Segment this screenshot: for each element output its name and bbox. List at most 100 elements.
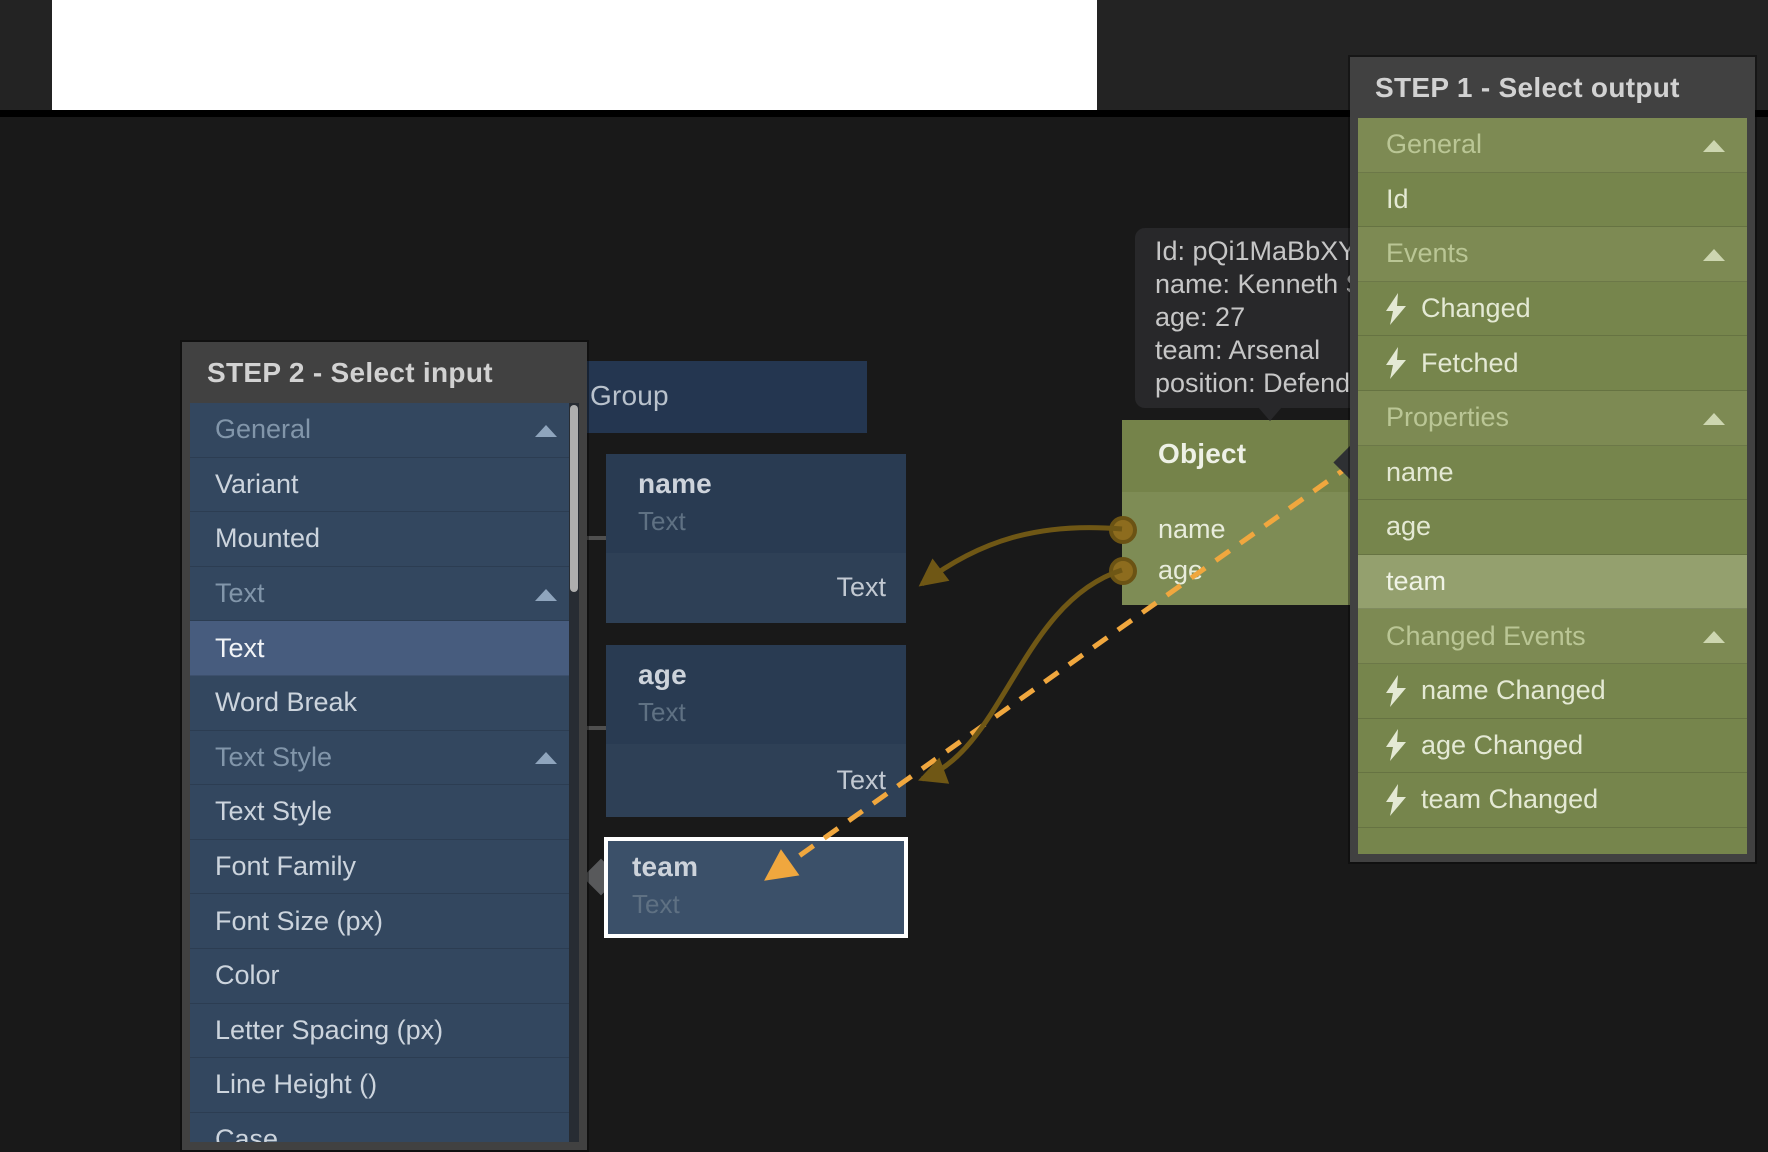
wire-object-name-to-name-text [922,528,1122,584]
collapse-arrow-icon[interactable] [535,425,557,437]
step1-option-name[interactable]: name [1358,446,1747,501]
step2-section-text-style[interactable]: Text Style [190,731,579,786]
lightning-bolt-icon [1385,729,1407,761]
object-output-port-name[interactable] [1109,516,1137,544]
object-port-label-age[interactable]: age [1158,555,1203,586]
step2-option-variant[interactable]: Variant [190,458,579,513]
step1-option-id[interactable]: Id [1358,173,1747,228]
step1-label: Changed Events [1386,621,1586,652]
step2-option-font-size-px[interactable]: Font Size (px) [190,894,579,949]
object-output-port-age[interactable] [1109,557,1137,585]
tooltip-line: name: Kenneth Sans [1155,268,1350,301]
object-data-tooltip-pointer [1258,407,1282,421]
step1-option-age-changed[interactable]: age Changed [1358,719,1747,774]
node-age-input-port[interactable]: Text [836,765,886,796]
step2-option-font-family[interactable]: Font Family [190,840,579,895]
step2-select-input-panel: STEP 2 - Select input GeneralVariantMoun… [182,342,587,1150]
node-group[interactable]: Group [560,361,867,433]
step1-label: Fetched [1421,348,1519,379]
step1-section-changed-events[interactable]: Changed Events [1358,609,1747,664]
step2-option-case[interactable]: Case [190,1113,579,1142]
step1-option-name-changed[interactable]: name Changed [1358,664,1747,719]
node-team-type: Text [632,889,680,920]
node-age-title: age [638,659,687,691]
step1-option-age[interactable]: age [1358,500,1747,555]
lightning-bolt-icon [1385,347,1407,379]
step1-section-general[interactable]: General [1358,118,1747,173]
collapse-arrow-icon[interactable] [1703,249,1725,261]
step2-label: Case [215,1124,278,1142]
object-data-tooltip: Id: pQi1MaBbXYname: Kenneth Sansage: 27t… [1135,228,1350,408]
step1-option-changed[interactable]: Changed [1358,282,1747,337]
step1-label: Id [1386,184,1409,215]
step1-label: name Changed [1421,675,1606,706]
step2-scrollbar-thumb[interactable] [570,405,578,592]
node-name-text[interactable]: name Text Text [606,454,906,623]
step1-label: General [1386,129,1482,160]
step1-label: age Changed [1421,730,1583,761]
step1-label: Events [1386,238,1469,269]
step1-option-team[interactable]: team [1358,555,1747,610]
step1-output-list: General Id Events Changed Fetched Propertie… [1358,118,1747,854]
node-object-header: Object [1122,420,1352,492]
node-team-title: team [632,851,698,883]
node-editor-canvas: Group name Text Text age Text Text team … [0,0,1768,1152]
step2-label: Variant [215,469,299,500]
collapse-arrow-icon[interactable] [535,752,557,764]
step1-label: Changed [1421,293,1531,324]
lightning-bolt-icon [1385,784,1407,816]
step2-label: Mounted [215,523,320,554]
step2-option-text-style[interactable]: Text Style [190,785,579,840]
object-port-label-name[interactable]: name [1158,514,1226,545]
step2-option-text[interactable]: Text [190,621,579,676]
step1-select-output-panel: STEP 1 - Select output GeneralIdEvents C… [1350,57,1755,862]
step2-label: Line Height () [215,1069,377,1100]
tooltip-line: age: 27 [1155,301,1350,334]
collapse-arrow-icon[interactable] [535,589,557,601]
node-team-text-selected[interactable]: team Text [604,837,908,938]
step2-option-mounted[interactable]: Mounted [190,512,579,567]
collapse-arrow-icon[interactable] [1703,413,1725,425]
lightning-bolt-icon [1385,675,1407,707]
step2-option-word-break[interactable]: Word Break [190,676,579,731]
step2-label: Text [215,633,265,664]
node-age-footer: Text [606,744,906,817]
collapse-arrow-icon[interactable] [1703,631,1725,643]
node-object[interactable]: Object name age [1122,420,1352,605]
node-age-text[interactable]: age Text Text [606,645,906,817]
lightning-bolt-icon [1385,293,1407,325]
step1-label: name [1386,457,1454,488]
step1-option-team-changed[interactable]: team Changed [1358,773,1747,828]
step2-scrollbar-track[interactable] [569,403,579,1142]
node-name-input-port[interactable]: Text [836,572,886,603]
node-object-title: Object [1158,438,1246,470]
step1-section-events[interactable]: Events [1358,227,1747,282]
step1-option-fetched[interactable]: Fetched [1358,336,1747,391]
hierarchy-connector-age [585,726,606,730]
node-name-type: Text [638,506,686,537]
step2-label: Word Break [215,687,357,718]
step2-option-color[interactable]: Color [190,949,579,1004]
collapse-arrow-icon[interactable] [1703,140,1725,152]
step2-label: Font Size (px) [215,906,383,937]
node-name-title: name [638,468,712,500]
tooltip-line: position: Defender [1155,367,1350,400]
step2-label: Letter Spacing (px) [215,1015,443,1046]
step2-label: General [215,414,311,445]
step2-section-text[interactable]: Text [190,567,579,622]
step1-label: team [1386,566,1446,597]
step1-section-properties[interactable]: Properties [1358,391,1747,446]
tooltip-line: team: Arsenal [1155,334,1350,367]
step2-label: Text Style [215,796,332,827]
step2-label: Color [215,960,280,991]
step2-option-letter-spacing-px[interactable]: Letter Spacing (px) [190,1004,579,1059]
step1-label: age [1386,511,1431,542]
step1-label: Properties [1386,402,1509,433]
step2-input-list: General Variant Mounted Text Text Word Break T… [190,403,579,1142]
step1-label: team Changed [1421,784,1598,815]
node-age-type: Text [638,697,686,728]
step2-option-line-height[interactable]: Line Height () [190,1058,579,1113]
step2-section-general[interactable]: General [190,403,579,458]
tooltip-line: Id: pQi1MaBbXY [1155,235,1350,268]
step2-label: Text Style [215,742,332,773]
